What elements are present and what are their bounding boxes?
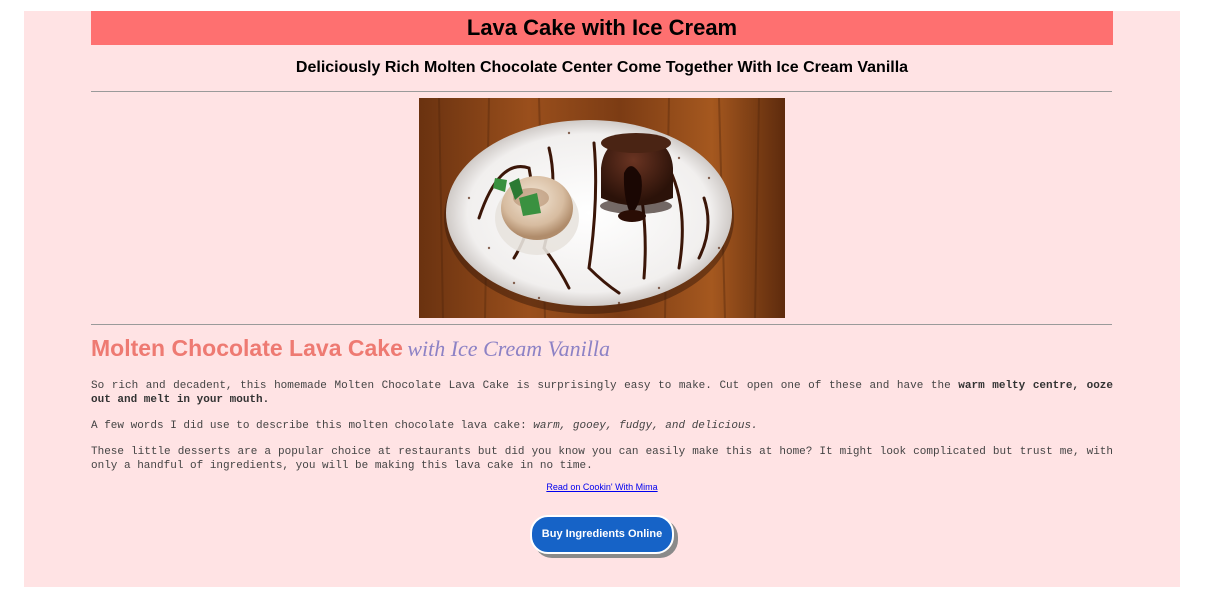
read-more-link[interactable]: Read on Cookin' With Mima [91, 482, 1113, 492]
lava-cake-image [419, 98, 785, 318]
paragraph-words-italic: warm, gooey, fudgy, and delicious. [533, 420, 758, 432]
article-heading: Molten Chocolate Lava Cake with Ice Crea… [91, 335, 1113, 361]
lava-cake-photo [419, 98, 785, 318]
divider-middle [91, 324, 1112, 325]
page-title: Lava Cake with Ice Cream [466, 15, 738, 40]
cta-wrapper: Buy Ingredients Online [91, 515, 1113, 554]
content-column: Lava Cake with Ice Cream Deliciously Ric… [91, 11, 1113, 554]
paragraph-intro: So rich and decadent, this homemade Molt… [91, 379, 1113, 407]
paragraph-intro-text: So rich and decadent, this homemade Molt… [91, 380, 959, 392]
article-heading-main: Molten Chocolate Lava Cake [91, 335, 403, 361]
paragraph-restaurants: These little desserts are a popular choi… [91, 446, 1113, 472]
page-container: Lava Cake with Ice Cream Deliciously Ric… [24, 11, 1180, 587]
article-heading-accent: with Ice Cream Vanilla [407, 336, 610, 361]
title-banner: Lava Cake with Ice Cream [91, 11, 1113, 45]
page-subtitle: Deliciously Rich Molten Chocolate Center… [295, 59, 909, 76]
paragraph-words-text: A few words I did use to describe this m… [91, 420, 534, 432]
divider-top [91, 91, 1112, 92]
paragraph-words: A few words I did use to describe this m… [91, 419, 1113, 433]
buy-ingredients-button[interactable]: Buy Ingredients Online [530, 515, 674, 554]
